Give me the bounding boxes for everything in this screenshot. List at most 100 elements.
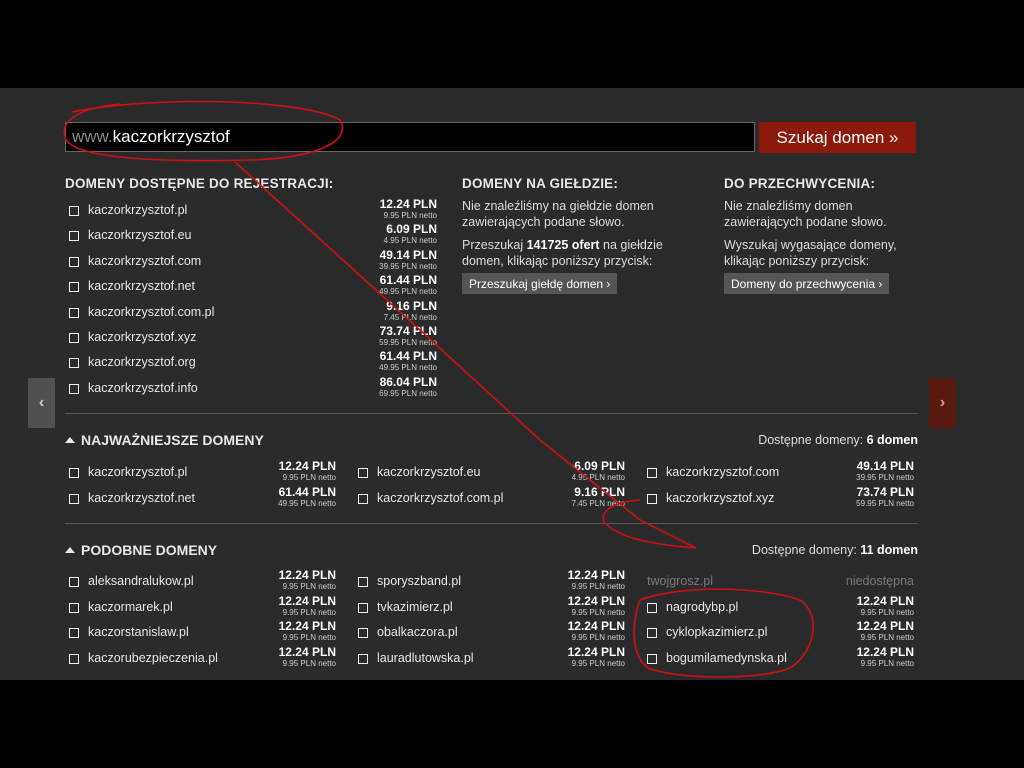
net-price: 9.95 PLN netto — [282, 582, 336, 591]
gross-price: 12.24 PLN — [856, 593, 914, 608]
prev-slide-button[interactable]: ‹ — [28, 378, 55, 428]
gross-price: 86.04 PLN — [379, 374, 437, 389]
domain-name[interactable]: kaczorkrzysztof.com.pl — [88, 305, 214, 319]
similar-section-toggle[interactable]: PODOBNE DOMENY — [65, 542, 217, 558]
domain-name[interactable]: kaczorkrzysztof.net — [88, 279, 195, 293]
domain-name[interactable]: kaczorkrzysztof.info — [88, 381, 198, 395]
gross-price: 6.09 PLN — [574, 459, 625, 473]
domain-checkbox[interactable] — [358, 602, 368, 613]
domain-checkbox[interactable] — [69, 383, 79, 394]
search-term: kaczorkrzysztof — [112, 127, 230, 146]
domain-checkbox[interactable] — [69, 358, 79, 369]
domain-name[interactable]: kaczorkrzysztof.pl — [88, 465, 187, 479]
domain-checkbox[interactable] — [69, 628, 79, 639]
net-price: 39.95 PLN netto — [856, 473, 914, 482]
domain-price: 12.24 PLN 9.95 PLN netto — [278, 568, 336, 592]
domain-price: 9.16 PLN 7.45 PLN netto — [572, 485, 625, 508]
domain-name[interactable]: lauradlutowska.pl — [377, 651, 474, 665]
domain-price: 12.24 PLN 9.95 PLN netto — [856, 619, 914, 643]
gross-price: 6.09 PLN — [386, 222, 437, 237]
domain-checkbox[interactable] — [647, 628, 657, 639]
domain-row: kaczorstanislaw.pl 12.24 PLN 9.95 PLN nett… — [69, 620, 336, 645]
net-price: 4.95 PLN netto — [571, 473, 625, 482]
domain-name[interactable]: bogumilamedynska.pl — [666, 651, 787, 665]
domain-row: kaczorkrzysztof.xyz 73.74 PLN 59.95 PLN ne… — [69, 325, 437, 350]
domain-checkbox[interactable] — [358, 493, 368, 504]
net-price: 9.95 PLN netto — [571, 658, 625, 668]
domain-name[interactable]: obalkaczora.pl — [377, 625, 458, 639]
net-price: 9.95 PLN netto — [860, 633, 914, 643]
domain-name[interactable]: kaczorkrzysztof.org — [88, 355, 196, 369]
domain-price: 61.44 PLN 49.95 PLN netto — [379, 350, 437, 373]
domain-name[interactable]: kaczorkrzysztof.eu — [88, 228, 192, 242]
gross-price: 12.24 PLN — [278, 568, 336, 582]
search-domains-button[interactable]: Szukaj domen » — [759, 122, 916, 153]
domain-checkbox[interactable] — [69, 307, 79, 318]
domain-price: 12.24 PLN 9.95 PLN netto — [568, 569, 625, 592]
net-price: 9.95 PLN netto — [571, 633, 625, 643]
domain-checkbox[interactable] — [69, 333, 79, 343]
domain-checkbox[interactable] — [358, 468, 368, 478]
domain-checkbox[interactable] — [69, 653, 79, 664]
domain-row: kaczorkrzysztof.eu 6.09 PLN 4.95 PLN netto — [358, 460, 625, 485]
catch-no-results: Nie znaleźliśmy domen zawierających poda… — [724, 199, 887, 229]
domain-row: lauradlutowska.pl 12.24 PLN 9.95 PLN netto — [358, 645, 625, 671]
domain-price: 12.24 PLN 9.95 PLN netto — [857, 645, 914, 668]
domain-checkbox[interactable] — [69, 602, 79, 613]
domain-name[interactable]: kaczorkrzysztof.xyz — [88, 330, 196, 344]
domain-name[interactable]: kaczorkrzysztof.xyz — [666, 491, 774, 505]
net-price: 9.95 PLN netto — [282, 658, 336, 668]
domain-name[interactable]: kaczormarek.pl — [88, 600, 173, 614]
domain-checkbox[interactable] — [69, 231, 79, 242]
domain-name[interactable]: kaczorkrzysztof.com — [88, 254, 201, 268]
domain-checkbox[interactable] — [69, 493, 79, 504]
domain-name[interactable]: kaczorkrzysztof.eu — [377, 465, 481, 479]
domain-checkbox[interactable] — [647, 468, 657, 478]
domain-name[interactable]: kaczorkrzysztof.com.pl — [377, 491, 503, 505]
net-price: 9.95 PLN netto — [282, 473, 336, 482]
domain-checkbox[interactable] — [69, 206, 79, 216]
domain-name[interactable]: kaczorkrzysztof.net — [88, 491, 195, 505]
domain-price: 12.24 PLN 9.95 PLN netto — [567, 644, 625, 668]
domain-name[interactable]: kaczorkrzysztof.com — [666, 465, 779, 479]
net-price: 9.95 PLN netto — [383, 211, 437, 220]
domain-name[interactable]: kaczorubezpieczenia.pl — [88, 651, 218, 665]
exchange-offers-pre: Przeszukaj — [462, 238, 527, 252]
gross-price: 73.74 PLN — [379, 324, 437, 338]
domain-checkbox[interactable] — [358, 577, 368, 587]
domain-row: kaczorkrzysztof.pl 12.24 PLN 9.95 PLN nett… — [69, 460, 336, 485]
domain-name[interactable]: nagrodybp.pl — [666, 600, 738, 614]
domain-checkbox[interactable] — [69, 282, 79, 293]
important-section-toggle[interactable]: NAJWAŻNIEJSZE DOMENY — [65, 432, 264, 448]
domain-checkbox[interactable] — [358, 628, 368, 639]
domain-checkbox[interactable] — [69, 256, 79, 267]
domain-name[interactable]: kaczorkrzysztof.pl — [88, 203, 187, 217]
gross-price: 12.24 PLN — [856, 619, 914, 634]
domain-price: 86.04 PLN 69.95 PLN netto — [379, 374, 437, 398]
domain-checkbox[interactable] — [69, 468, 79, 478]
domain-name[interactable]: cyklopkazimierz.pl — [666, 625, 767, 639]
domain-name[interactable]: aleksandralukow.pl — [88, 574, 194, 588]
domain-search-input[interactable]: www. kaczorkrzysztof — [65, 122, 755, 152]
domain-row: nagrodybp.pl 12.24 PLN 9.95 PLN netto — [647, 594, 914, 620]
domain-checkbox[interactable] — [69, 577, 79, 587]
domain-checkbox[interactable] — [647, 493, 657, 504]
domain-name[interactable]: kaczorstanislaw.pl — [88, 625, 189, 639]
domain-price: 49.14 PLN 39.95 PLN netto — [379, 248, 437, 271]
domain-checkbox[interactable] — [358, 653, 368, 664]
expiring-domains-button[interactable]: Domeny do przechwycenia › — [724, 273, 890, 294]
chevron-right-icon: › — [939, 394, 946, 411]
domain-name[interactable]: tvkazimierz.pl — [377, 600, 453, 614]
gross-price: 12.24 PLN — [567, 644, 625, 659]
domain-row: kaczorkrzysztof.com.pl 9.16 PLN 7.45 PLN n… — [69, 299, 437, 325]
domain-price: 73.74 PLN 59.95 PLN netto — [379, 324, 437, 348]
search-exchange-button[interactable]: Przeszukaj giełdę domen › — [462, 273, 618, 294]
domain-checkbox[interactable] — [647, 602, 657, 613]
divider — [65, 523, 918, 524]
similar-title: PODOBNE DOMENY — [81, 542, 218, 558]
important-avail-label: Dostępne domeny: — [758, 433, 867, 447]
domain-name[interactable]: sporyszband.pl — [377, 574, 461, 588]
next-slide-button[interactable]: › — [929, 378, 956, 428]
domain-checkbox[interactable] — [647, 653, 657, 664]
search-prefix: www. — [72, 127, 113, 146]
